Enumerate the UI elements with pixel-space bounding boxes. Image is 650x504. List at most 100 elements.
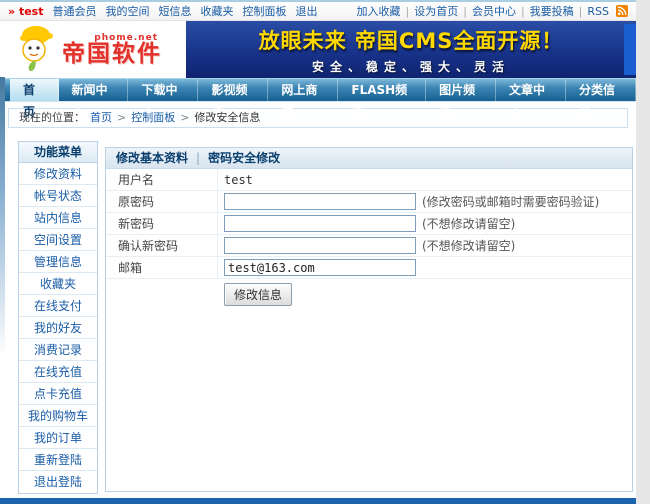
nav-item[interactable]: 下载中心 <box>128 79 198 101</box>
username: test <box>19 5 44 18</box>
form-label: 用户名 <box>106 169 218 190</box>
sidebar-item[interactable]: 退出登陆 <box>19 471 97 493</box>
logo-text-block: phome.net 帝国软件 <box>62 33 162 66</box>
form-label: 新密码 <box>106 213 218 234</box>
nav-item[interactable]: 分类信息 <box>566 79 636 101</box>
left-deco-strip <box>0 77 5 357</box>
topbar-link[interactable]: 控制面板 <box>242 3 286 19</box>
breadcrumb-separator: > <box>117 109 126 127</box>
topbar-link[interactable]: 收藏夹 <box>200 3 233 19</box>
topbar: » test 普通会员我的空间短信息收藏夹控制面板退出 加入收藏 | 设为首页 | 会员… <box>0 2 636 21</box>
form-label: 确认新密码 <box>106 235 218 256</box>
breadcrumb-items: 首页 > 控制面板 > 修改安全信息 <box>90 109 260 127</box>
old-password-input[interactable] <box>224 193 416 210</box>
banner-title: 放眼未来 帝国CMS全面开源！ <box>259 25 564 55</box>
page-body: » test 普通会员我的空间短信息收藏夹控制面板退出 加入收藏|设为首页|会员… <box>0 0 636 504</box>
sidebar-item[interactable]: 我的好友 <box>19 317 97 339</box>
breadcrumb-link[interactable]: 控制面板 <box>131 109 175 127</box>
header: phome.net 帝国软件 放眼未来 帝国CMS全面开源！ 安全、稳定、强大、… <box>0 21 636 78</box>
rss-icon[interactable] <box>616 5 628 17</box>
topbar-left: » test 普通会员我的空间短信息收藏夹控制面板退出 <box>8 3 317 19</box>
tab-password-security[interactable]: 密码安全修改 <box>208 148 280 169</box>
site-logo[interactable]: phome.net 帝国软件 <box>0 21 186 78</box>
breadcrumb-link[interactable]: 首页 <box>90 109 112 127</box>
topbar-link[interactable]: 我的空间 <box>105 3 149 19</box>
form-field: (不想修改请留空) <box>218 237 515 254</box>
form-row: 确认新密码 (不想修改请留空) <box>106 235 632 257</box>
current-user: » test <box>8 5 43 18</box>
form-row: 邮箱 <box>106 257 632 279</box>
sidebar-item[interactable]: 在线充值 <box>19 361 97 383</box>
nav-item[interactable]: 新闻中心 <box>59 79 129 101</box>
sidebar-item[interactable]: 重新登陆 <box>19 449 97 471</box>
submit-button[interactable]: 修改信息 <box>224 283 292 306</box>
tab-separator: | <box>196 148 200 169</box>
form-field: test <box>218 173 253 187</box>
sidebar-item[interactable]: 点卡充值 <box>19 383 97 405</box>
separator: | <box>579 5 583 18</box>
topbar-link[interactable]: 会员中心 <box>472 3 516 19</box>
nav-item[interactable]: 图片频道 <box>426 79 496 101</box>
form-field: (修改密码或邮箱时需要密码验证) <box>218 193 599 210</box>
confirm-password-input[interactable] <box>224 237 416 254</box>
email-input[interactable] <box>224 259 416 276</box>
sidebar-items: 修改资料帐号状态站内信息空间设置管理信息收藏夹在线支付我的好友消费记录在线充值点… <box>19 163 97 493</box>
nav-item[interactable]: 文章中心 <box>496 79 566 101</box>
banner-endcap <box>624 24 636 75</box>
topbar-link[interactable]: 我要投稿 <box>530 3 574 19</box>
topbar-link[interactable]: 加入收藏 <box>357 3 401 19</box>
separator: | <box>463 5 467 18</box>
content-tabs: 修改基本资料 | 密码安全修改 <box>106 148 632 169</box>
topbar-left-links: 普通会员我的空间短信息收藏夹控制面板退出 <box>52 3 317 19</box>
topbar-link[interactable]: 普通会员 <box>52 3 96 19</box>
tab-edit-profile[interactable]: 修改基本资料 <box>116 148 188 169</box>
separator: | <box>406 5 410 18</box>
form-row: 原密码 (修改密码或邮箱时需要密码验证) <box>106 191 632 213</box>
username-value: test <box>224 173 253 187</box>
sidebar-item[interactable]: 管理信息 <box>19 251 97 273</box>
security-form: 用户名 test 原密码 (修改密码或邮箱时需要密码验证) 新密码 (不想修改请… <box>106 169 632 279</box>
confirm-password-hint: (不想修改请留空) <box>422 237 515 254</box>
new-password-input[interactable] <box>224 215 416 232</box>
topbar-link[interactable]: RSS <box>587 5 609 18</box>
logo-name: 帝国软件 <box>62 43 162 66</box>
promo-banner: 放眼未来 帝国CMS全面开源！ 安全、稳定、强大、灵活 <box>186 21 636 78</box>
sidebar-item[interactable]: 空间设置 <box>19 229 97 251</box>
form-row: 用户名 test <box>106 169 632 191</box>
nav-item[interactable]: 影视频道 <box>198 79 268 101</box>
form-label: 原密码 <box>106 191 218 212</box>
breadcrumb-prefix: 现在的位置： <box>19 109 85 127</box>
form-row: 新密码 (不想修改请留空) <box>106 213 632 235</box>
user-prefix: » <box>8 5 15 18</box>
old-password-hint: (修改密码或邮箱时需要密码验证) <box>422 193 599 210</box>
topbar-link[interactable]: 短信息 <box>158 3 191 19</box>
topbar-link[interactable]: 设为首页 <box>414 3 458 19</box>
sidebar-item[interactable]: 站内信息 <box>19 207 97 229</box>
sidebar-item[interactable]: 我的订单 <box>19 427 97 449</box>
breadcrumb-current: 修改安全信息 <box>194 109 260 127</box>
form-field <box>218 259 416 276</box>
sidebar-item[interactable]: 我的购物车 <box>19 405 97 427</box>
footer-bar <box>0 498 636 504</box>
nav-item[interactable]: 网上商城 <box>268 79 338 101</box>
sidebar-item[interactable]: 消费记录 <box>19 339 97 361</box>
topbar-right-links: 加入收藏 | 设为首页 | 会员中心 | 我要投稿 | RSS <box>357 3 628 19</box>
banner-subtitle: 安全、稳定、强大、灵活 <box>312 58 510 75</box>
breadcrumb-separator: > <box>180 109 189 127</box>
new-password-hint: (不想修改请留空) <box>422 215 515 232</box>
sidebar: 功能菜单 修改资料帐号状态站内信息空间设置管理信息收藏夹在线支付我的好友消费记录… <box>18 141 98 494</box>
separator: | <box>521 5 525 18</box>
breadcrumb: 现在的位置： 首页 > 控制面板 > 修改安全信息 <box>8 108 628 128</box>
nav-item[interactable]: 首页 <box>10 79 59 101</box>
main-nav: 首页新闻中心下载中心影视频道网上商城FLASH频道图片频道文章中心分类信息 <box>0 78 636 102</box>
main-area: 功能菜单 修改资料帐号状态站内信息空间设置管理信息收藏夹在线支付我的好友消费记录… <box>0 141 636 494</box>
sidebar-item[interactable]: 修改资料 <box>19 163 97 185</box>
sidebar-item[interactable]: 收藏夹 <box>19 273 97 295</box>
topbar-link[interactable]: 退出 <box>295 3 317 19</box>
sidebar-item[interactable]: 帐号状态 <box>19 185 97 207</box>
page: » test 普通会员我的空间短信息收藏夹控制面板退出 加入收藏|设为首页|会员… <box>0 0 650 504</box>
form-actions: 修改信息 <box>106 279 632 311</box>
sidebar-item[interactable]: 在线支付 <box>19 295 97 317</box>
content-panel: 修改基本资料 | 密码安全修改 用户名 test 原密码 (修改密码或邮箱时需要… <box>105 147 633 492</box>
nav-item[interactable]: FLASH频道 <box>338 79 426 101</box>
